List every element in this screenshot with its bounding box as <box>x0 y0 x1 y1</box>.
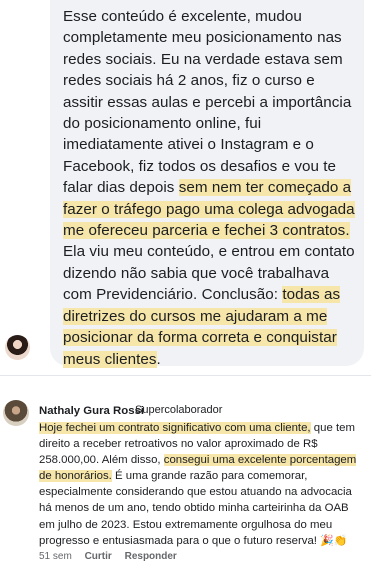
comment-time[interactable]: 51 sem <box>39 551 72 562</box>
comment-highlight: Hoje fechei um contrato significativo co… <box>39 422 311 434</box>
like-button[interactable]: Curtir <box>85 551 112 562</box>
commenter-avatar[interactable] <box>3 400 29 426</box>
message-text: Esse conteúdo é excelente, mudou complet… <box>63 6 358 370</box>
celebration-emoji: 🎉👏 <box>320 534 348 547</box>
message-segment: . <box>156 350 161 368</box>
comment-actions: 51 sem Curtir Responder <box>39 551 187 562</box>
sender-avatar[interactable] <box>5 335 30 360</box>
commenter-name[interactable]: Nathaly Gura Rossi <box>39 405 144 417</box>
comment-text: Hoje fechei um contrato significativo co… <box>39 420 365 549</box>
reply-button[interactable]: Responder <box>125 551 177 562</box>
message-segment: Esse conteúdo é excelente, mudou complet… <box>63 8 352 197</box>
divider <box>0 375 371 376</box>
supercolaborador-badge: Supercolaborador <box>135 404 223 416</box>
